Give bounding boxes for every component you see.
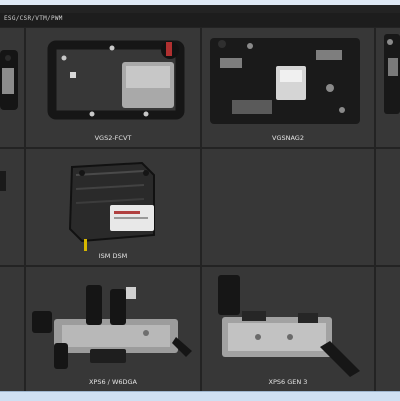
module-image	[32, 285, 192, 369]
module-label: VGSNAG2	[272, 134, 304, 142]
module-tile-right-partial-top[interactable]	[376, 28, 400, 147]
module-tile-left-partial-top[interactable]	[0, 28, 24, 147]
module-image	[218, 275, 360, 377]
module-tile-ism-dsm[interactable]: ISM DSM	[26, 149, 200, 265]
module-image	[47, 40, 185, 120]
module-tile-right-partial-bottom[interactable]	[376, 267, 400, 391]
module-image	[68, 161, 155, 251]
title-bar: ESG/CSR/VTM/PWM	[0, 13, 400, 27]
module-tile-vgs2-fcvt[interactable]: VGS2-FCVT	[26, 28, 200, 147]
window-title: ESG/CSR/VTM/PWM	[4, 15, 63, 22]
module-image	[0, 50, 18, 110]
module-image	[0, 171, 6, 191]
module-label: ISM DSM	[98, 252, 128, 260]
module-tile-left-partial-bottom[interactable]	[0, 267, 24, 391]
module-image	[384, 34, 400, 114]
module-tile-empty-a[interactable]	[202, 149, 374, 265]
module-label: VGS2-FCVT	[94, 134, 132, 142]
module-tile-vgsnag2[interactable]: VGSNAG2	[202, 28, 374, 147]
module-tile-xps6-gen3[interactable]: XPS6 GEN 3	[202, 267, 374, 391]
module-tile-left-partial-middle[interactable]	[0, 149, 24, 265]
module-tile-xps6-w6dga[interactable]: XPS6 / W6DGA	[26, 267, 200, 391]
module-grid: VGS2-FCVT VGSNAG2 ISM DSM XPS6 / W6DGA X…	[0, 28, 400, 391]
module-image	[210, 38, 360, 124]
module-label: XPS6 / W6DGA	[88, 378, 137, 386]
module-tile-empty-b[interactable]	[376, 149, 400, 265]
module-label: XPS6 GEN 3	[268, 378, 308, 386]
